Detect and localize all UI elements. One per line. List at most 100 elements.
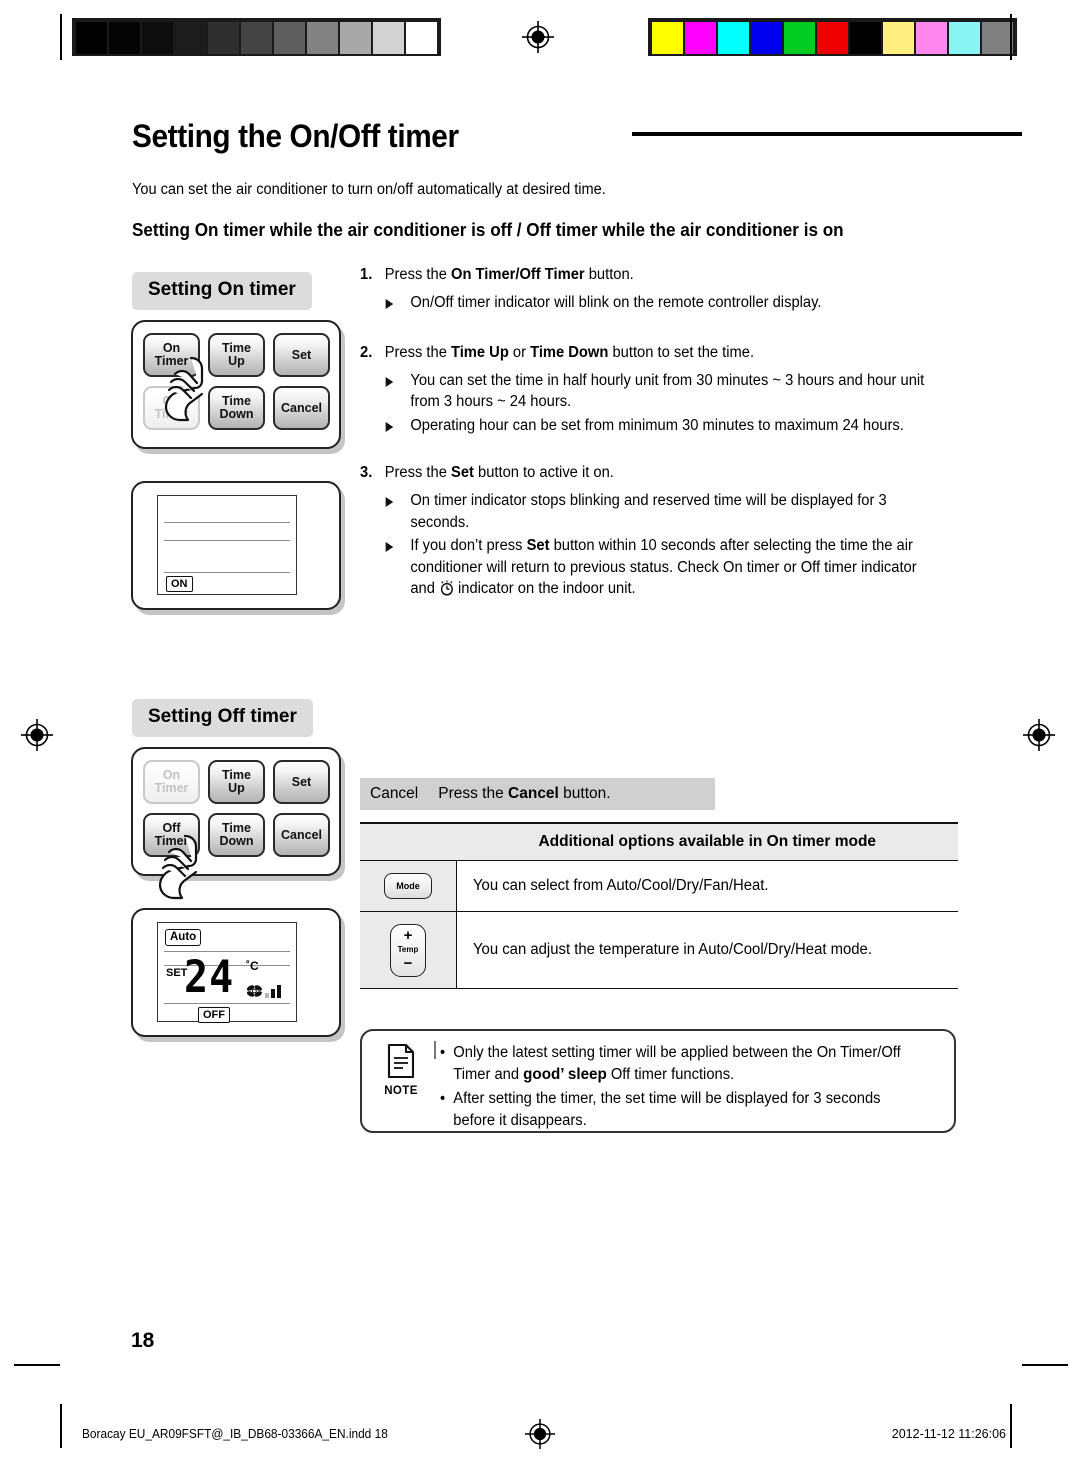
mode-button[interactable]: Mode: [384, 873, 432, 899]
remote-display-off: Auto SET 24 ˚C OFF: [131, 908, 341, 1037]
note-document-icon: NOTE: [374, 1043, 428, 1097]
color-swatch-10: [982, 22, 1013, 54]
table-header-blank: [360, 822, 457, 861]
setting-on-timer-label: Setting On timer: [132, 272, 312, 310]
lcd-divider: [164, 540, 290, 541]
page-title: Setting the On/Off timer: [132, 118, 459, 154]
title-rule: [632, 132, 1022, 136]
footer-timestamp: 2012-11-12 11:26:06: [891, 1427, 1006, 1441]
grey-swatch-7: [307, 22, 338, 54]
color-swatch-7: [883, 22, 914, 54]
remote-display-on: ON: [131, 481, 341, 610]
registration-mark-top: [521, 20, 555, 54]
bullet-item: You can set the time in half hourly unit…: [360, 370, 930, 413]
note-divider: [434, 1041, 436, 1059]
temperature-value: 24: [184, 951, 235, 1004]
bullet-item: If you don’t press Set button within 10 …: [360, 535, 930, 604]
triangle-bullet-icon: [385, 542, 402, 552]
step-1-bullets: On/Off timer indicator will blink on the…: [360, 292, 960, 314]
grey-swatch-0: [76, 22, 107, 54]
temp-plus-label: +: [403, 926, 413, 944]
lcd-screen-off: Auto SET 24 ˚C OFF: [157, 922, 297, 1023]
remote-button-panel-off: On Timer Time Up Set Off Timer Time Down…: [131, 747, 341, 876]
lcd-divider: [164, 522, 290, 523]
bullet-item: On/Off timer indicator will blink on the…: [360, 292, 930, 314]
on-timer-button-line2: Timer: [154, 781, 189, 795]
intro-text: You can set the air conditioner to turn …: [132, 181, 606, 198]
lcd-screen-on: ON: [157, 495, 297, 595]
color-swatch-5: [817, 22, 848, 54]
temp-minus-label: −: [403, 954, 413, 972]
step-2-number: 2.: [360, 343, 373, 361]
degree-celsius-label: ˚C: [246, 959, 259, 973]
time-up-button[interactable]: Time Up: [208, 760, 265, 804]
remote-button-grid-off: On Timer Time Up Set Off Timer Time Down…: [143, 760, 330, 857]
setting-off-timer-label: Setting Off timer: [132, 699, 313, 737]
fan-speed-bars: [265, 985, 281, 998]
color-swatch-4: [784, 22, 815, 54]
on-indicator: ON: [166, 576, 193, 592]
color-swatch-1: [685, 22, 716, 54]
cancel-instruction-band: Cancel Press the Cancel button.: [360, 778, 715, 810]
bullet-dot-icon: •: [440, 1090, 446, 1107]
triangle-bullet-icon: [385, 299, 402, 309]
grey-swatch-5: [241, 22, 272, 54]
step-2-title: 2. Press the Time Up or Time Down button…: [360, 343, 755, 361]
on-timer-button[interactable]: On Timer: [143, 760, 200, 804]
off-timer-button[interactable]: Off Timer: [143, 386, 200, 430]
table-header-row: Additional options available in On timer…: [360, 822, 958, 861]
grey-swatch-8: [340, 22, 371, 54]
additional-options-table: Additional options available in On timer…: [360, 822, 958, 989]
auto-mode-indicator: Auto: [165, 929, 202, 946]
time-up-button[interactable]: Time Up: [208, 333, 265, 377]
crop-mark-top-left: [60, 14, 62, 60]
triangle-bullet-icon: [385, 376, 402, 387]
set-button[interactable]: Set: [273, 760, 330, 804]
footer-rule-right: [1010, 1404, 1012, 1448]
triangle-bullet-icon: [385, 497, 402, 507]
off-timer-button[interactable]: Off Timer: [143, 813, 200, 857]
color-swatch-0: [652, 22, 683, 54]
instruction-steps: 1. Press the On Timer/Off Timer button. …: [360, 264, 960, 606]
step-2: 2. Press the Time Up or Time Down button…: [360, 342, 960, 437]
footer-rule-left: [60, 1404, 62, 1448]
time-down-button[interactable]: Time Down: [208, 386, 265, 430]
cancel-button[interactable]: Cancel: [273, 386, 330, 430]
time-down-button-line2: Down: [219, 407, 254, 421]
temp-label: Temp: [397, 944, 419, 954]
step-3: 3. Press the Set button to active it on.…: [360, 462, 960, 604]
step-3-bullets: On timer indicator stops blinking and re…: [360, 490, 960, 604]
grey-swatch-1: [109, 22, 140, 54]
note-item: • After setting the timer, the set time …: [440, 1088, 913, 1131]
crop-mark-top-right: [1010, 14, 1012, 60]
section-subheading: Setting On timer while the air condition…: [132, 220, 844, 240]
timer-clock-icon: [439, 580, 455, 604]
registration-mark-right: [1022, 718, 1056, 752]
color-swatch-8: [916, 22, 947, 54]
footer-filename: Boracay EU_AR09FSFT@_IB_DB68-03366A_EN.i…: [82, 1427, 388, 1441]
grey-swatch-6: [274, 22, 305, 54]
step-1: 1. Press the On Timer/Off Timer button. …: [360, 264, 960, 314]
step-1-number: 1.: [360, 266, 373, 283]
cancel-button[interactable]: Cancel: [273, 813, 330, 857]
bullet-dot-icon: •: [440, 1044, 446, 1061]
remote-button-grid-on: On Timer Time Up Set Off Timer Time Down…: [143, 333, 330, 430]
fan-icon: [246, 983, 263, 1004]
color-calibration-ramp: [648, 18, 1017, 56]
temperature-button[interactable]: + Temp −: [390, 923, 426, 977]
page-title-block: Setting the On/Off timer: [132, 114, 1022, 164]
off-timer-button-line2: Timer: [154, 407, 189, 421]
bullet-item: Operating hour can be set from minimum 3…: [360, 415, 930, 437]
grey-swatch-3: [175, 22, 206, 54]
step-1-title: 1. Press the On Timer/Off Timer button.: [360, 266, 634, 283]
time-down-button[interactable]: Time Down: [208, 813, 265, 857]
table-header-title: Additional options available in On timer…: [456, 822, 958, 861]
color-swatch-9: [949, 22, 980, 54]
on-timer-button[interactable]: On Timer: [143, 333, 200, 377]
step-2-bullets: You can set the time in half hourly unit…: [360, 370, 960, 437]
registration-mark-bottom: [524, 1418, 556, 1455]
set-button[interactable]: Set: [273, 333, 330, 377]
temp-description-cell: You can adjust the temperature in Auto/C…: [456, 911, 958, 989]
time-down-button-line2: Down: [219, 834, 254, 848]
note-caption: NOTE: [384, 1085, 418, 1097]
